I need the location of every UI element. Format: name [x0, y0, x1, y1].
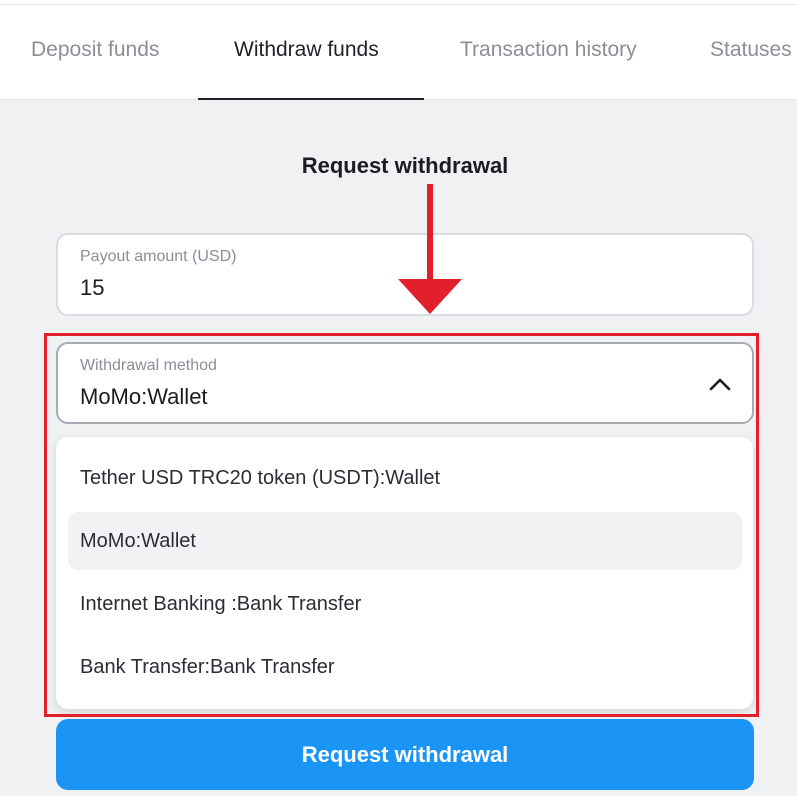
- withdrawal-method-label: Withdrawal method: [80, 357, 217, 374]
- page-title: Request withdrawal: [301, 153, 509, 178]
- method-option-bank-transfer[interactable]: Bank Transfer:Bank Transfer: [68, 638, 742, 696]
- payout-amount-field[interactable]: Payout amount (USD) 15: [56, 233, 754, 316]
- method-option-momo-wallet[interactable]: MoMo:Wallet: [68, 512, 742, 570]
- payout-amount-value[interactable]: 15: [80, 275, 104, 301]
- tab-transaction-history[interactable]: Transaction history: [460, 38, 637, 62]
- withdrawal-method-value: MoMo:Wallet: [80, 384, 208, 409]
- payout-amount-label: Payout amount (USD): [80, 248, 237, 265]
- active-tab-indicator: [198, 98, 424, 100]
- method-option-usdt-wallet[interactable]: Tether USD TRC20 token (USDT):Wallet: [68, 449, 742, 507]
- tab-statuses[interactable]: Statuses: [710, 38, 792, 62]
- method-option-internet-banking[interactable]: Internet Banking :Bank Transfer: [68, 575, 742, 633]
- withdrawal-method-select[interactable]: Withdrawal method MoMo:Wallet: [56, 342, 754, 424]
- chevron-up-icon[interactable]: [708, 372, 732, 396]
- request-withdrawal-button[interactable]: Request withdrawal: [56, 719, 754, 790]
- top-divider: [0, 4, 797, 5]
- tab-withdraw-funds[interactable]: Withdraw funds: [234, 38, 379, 62]
- withdrawal-method-dropdown: Tether USD TRC20 token (USDT):Wallet MoM…: [56, 437, 753, 709]
- tab-deposit-funds[interactable]: Deposit funds: [31, 38, 159, 62]
- top-tab-bar: Deposit funds Withdraw funds Transaction…: [0, 0, 797, 100]
